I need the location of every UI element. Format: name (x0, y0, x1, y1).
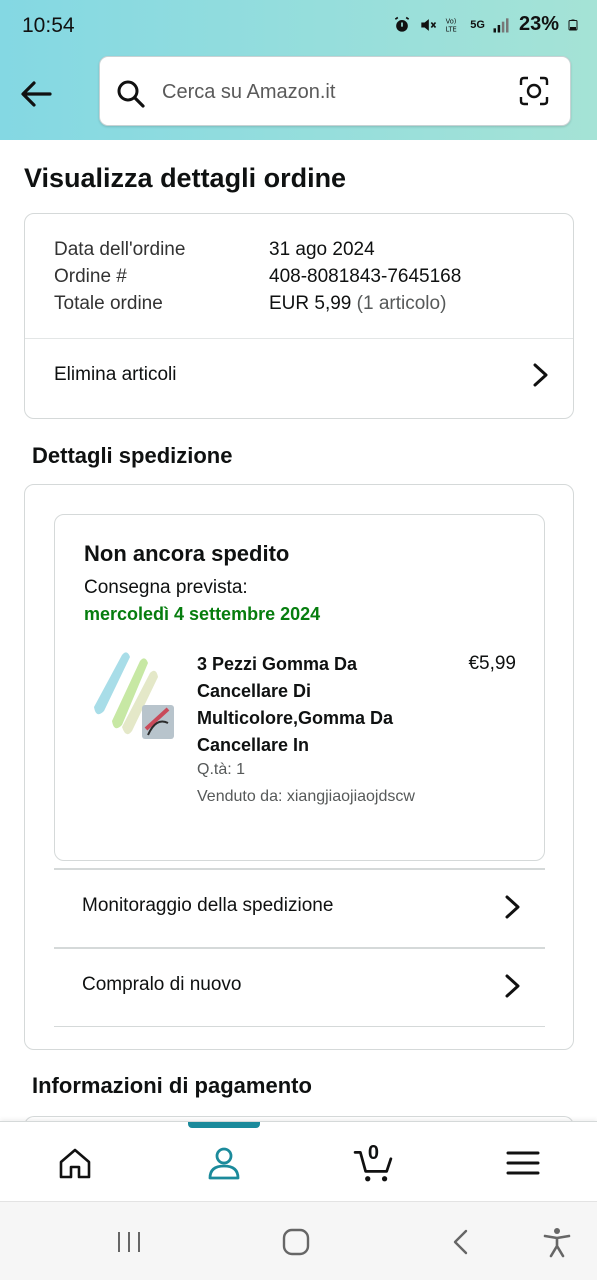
svg-text:Vo): Vo) (446, 17, 457, 25)
network-type: 5G (470, 18, 485, 31)
battery-percent: 23% (518, 13, 559, 35)
system-navigation-bar (0, 1201, 597, 1280)
track-shipment-label: Monitoraggio della spedizione (82, 895, 334, 916)
order-date-label: Data dell'ordine (54, 239, 186, 260)
nav-cart[interactable]: 0 (298, 1122, 447, 1202)
order-number-value: 408-8081843-7645168 (269, 266, 462, 287)
volte-icon: Vo)LTE (446, 17, 457, 33)
bottom-navigation: 0 (0, 1121, 597, 1201)
delivery-label: Consegna prevista: (84, 577, 248, 598)
shipment-status: Non ancora spedito (84, 541, 290, 566)
battery-icon (568, 19, 578, 30)
home-button-icon[interactable] (280, 1226, 312, 1258)
accessibility-icon[interactable] (541, 1226, 573, 1258)
nav-home[interactable] (0, 1122, 149, 1202)
divider (25, 338, 573, 339)
mute-icon (421, 18, 437, 31)
chevron-right-icon (533, 363, 548, 387)
nav-account[interactable] (149, 1122, 298, 1202)
app-header (0, 52, 597, 140)
order-number-label: Ordine # (54, 266, 127, 287)
delete-items-row[interactable]: Elimina articoli (25, 340, 573, 410)
delete-items-label: Elimina articoli (54, 364, 177, 385)
account-icon (208, 1147, 239, 1180)
camera-scan-icon[interactable] (518, 75, 550, 107)
menu-icon (506, 1151, 539, 1175)
product-quantity: Q.tà: 1 (197, 761, 246, 778)
status-indicators: Vo) LTE 5G 23% (392, 13, 579, 36)
active-tab-indicator (187, 1122, 260, 1128)
page-title: Visualizza dettagli ordine (24, 163, 347, 193)
buy-again-row[interactable]: Compralo di nuovo (54, 948, 545, 1026)
signal-icon (493, 17, 509, 32)
order-summary-card: Data dell'ordine 31 ago 2024 Ordine # 40… (24, 213, 574, 419)
product-title[interactable]: 3 Pezzi Gomma Da Cancellare Di Multicolo… (197, 651, 407, 759)
order-total-label: Totale ordine (54, 293, 163, 314)
chevron-right-icon (505, 974, 520, 998)
product-image[interactable] (82, 647, 178, 743)
track-shipment-row[interactable]: Monitoraggio della spedizione (54, 869, 545, 947)
buy-again-label: Compralo di nuovo (82, 974, 242, 995)
nav-menu[interactable] (448, 1122, 597, 1202)
order-date-value: 31 ago 2024 (269, 239, 375, 260)
order-total-items: (1 articolo) (356, 293, 447, 314)
search-input[interactable] (162, 77, 502, 107)
chevron-right-icon (505, 895, 520, 919)
order-total-amount: EUR 5,99 (269, 293, 352, 314)
shipment-inner-card: Non ancora spedito Consegna prevista: me… (54, 514, 545, 861)
alarm-icon (395, 16, 410, 32)
back-arrow-icon[interactable] (16, 74, 56, 114)
search-icon (117, 80, 145, 108)
shipment-section-title: Dettagli spedizione (32, 443, 233, 468)
status-bar: 10:54 Vo) LTE 5G 23% (0, 0, 597, 52)
cart-count: 0 (367, 1142, 379, 1164)
delivery-date: mercoledì 4 settembre 2024 (84, 604, 321, 624)
back-button-icon[interactable] (446, 1226, 478, 1258)
order-total-value: EUR 5,99 (1 articolo) (269, 293, 446, 315)
payment-section-title: Informazioni di pagamento (32, 1073, 312, 1098)
shipment-card: Non ancora spedito Consegna prevista: me… (24, 484, 574, 1050)
product-seller: Venduto da: xiangjiaojiaojdscw (197, 788, 415, 805)
search-bar[interactable] (99, 56, 571, 126)
svg-text:LTE: LTE (446, 25, 457, 33)
divider (54, 1026, 545, 1027)
product-price: €5,99 (468, 653, 516, 674)
home-icon (59, 1148, 90, 1179)
status-time: 10:54 (22, 14, 75, 37)
recent-apps-icon[interactable] (113, 1226, 145, 1258)
